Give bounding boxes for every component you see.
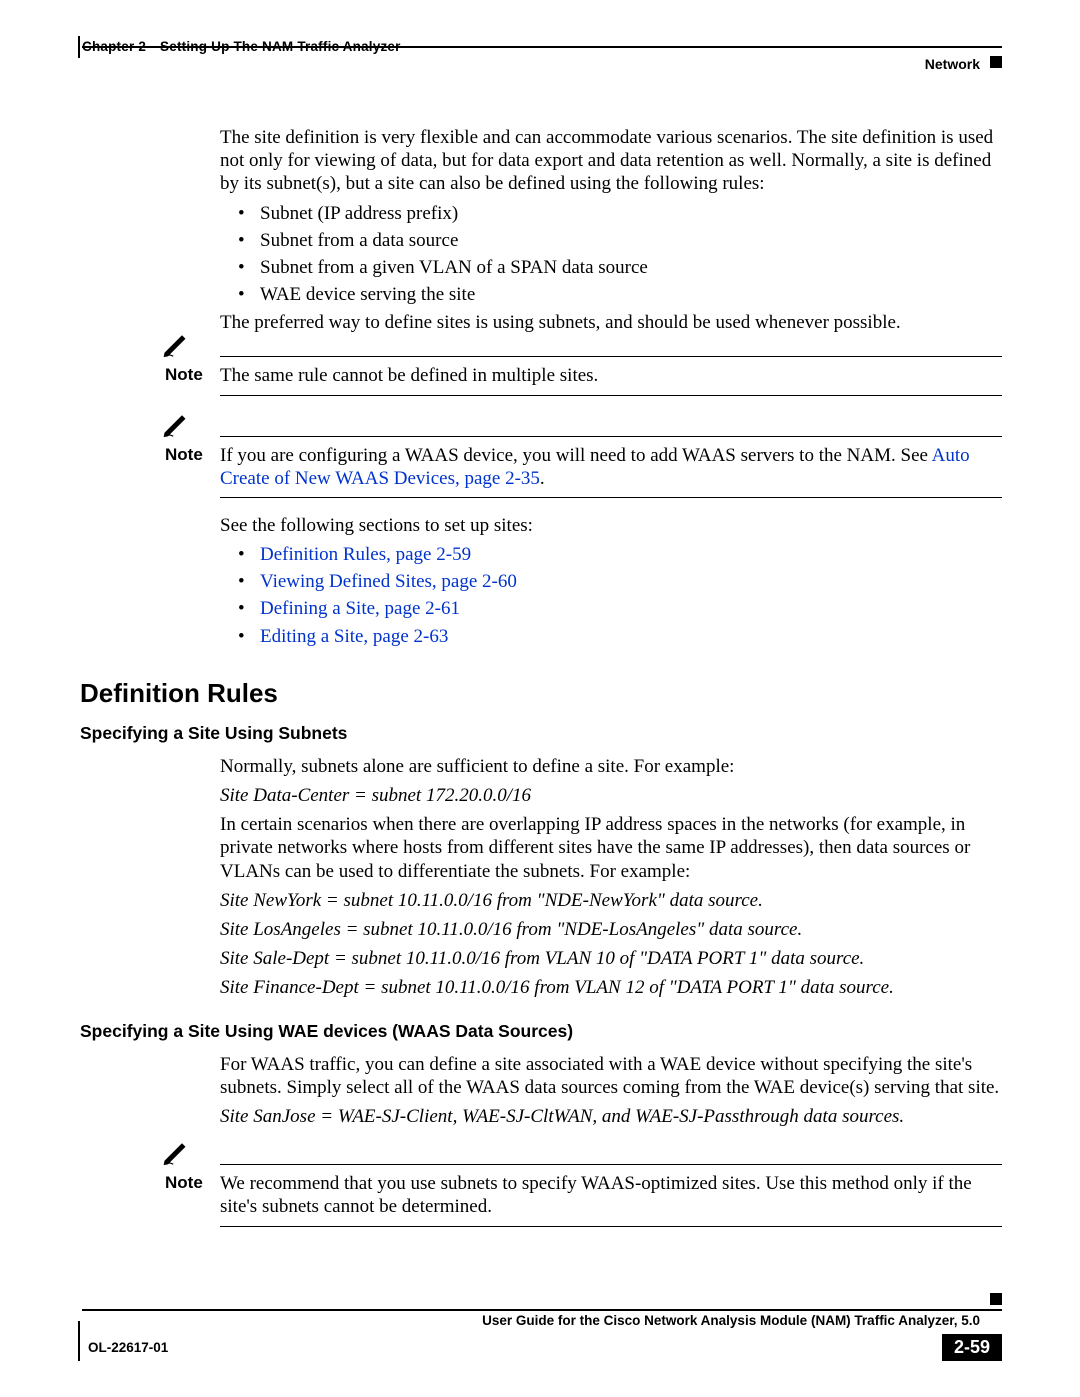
viewing-defined-sites-link[interactable]: Viewing Defined Sites, page 2-60 — [260, 571, 517, 592]
list-item: Subnet from a data source — [238, 229, 1002, 252]
footer-doc-id: OL-22617-01 — [82, 1340, 168, 1355]
document-page: Chapter 2 Setting Up The NAM Traffic Ana… — [0, 0, 1080, 1397]
section-link-list: Definition Rules, page 2-59 Viewing Defi… — [238, 543, 1002, 648]
list-item: Definition Rules, page 2-59 — [238, 543, 1002, 566]
note-pen-icon — [161, 410, 189, 444]
defining-a-site-link[interactable]: Defining a Site, page 2-61 — [260, 598, 460, 619]
list-item: Viewing Defined Sites, page 2-60 — [238, 570, 1002, 593]
note-body: If you are configuring a WAAS device, yo… — [220, 444, 1002, 490]
header-square-icon — [990, 56, 1002, 68]
note-label: Note — [165, 444, 220, 490]
note-text-pre: If you are configuring a WAAS device, yo… — [220, 445, 932, 466]
list-item: WAE device serving the site — [238, 283, 1002, 306]
intro-bullet-list: Subnet (IP address prefix) Subnet from a… — [238, 202, 1002, 307]
specifying-subnets-heading: Specifying a Site Using Subnets — [80, 723, 1002, 744]
list-item: Subnet from a given VLAN of a SPAN data … — [238, 256, 1002, 279]
intro-followup: The preferred way to define sites is usi… — [220, 311, 1002, 334]
note-top-rule — [220, 356, 1002, 357]
note-block: Note If you are configuring a WAAS devic… — [165, 436, 1002, 498]
subnets-example: Site Sale-Dept = subnet 10.11.0.0/16 fro… — [220, 947, 1002, 970]
note-bottom-rule — [220, 395, 1002, 396]
note-top-rule — [220, 1164, 1002, 1165]
note-label: Note — [165, 1172, 220, 1218]
subnets-example: Site Data-Center = subnet 172.20.0.0/16 — [220, 784, 1002, 807]
editing-a-site-link[interactable]: Editing a Site, page 2-63 — [260, 626, 448, 647]
note-body: We recommend that you use subnets to spe… — [220, 1172, 1002, 1218]
footer-square-icon — [990, 1293, 1002, 1305]
note-label: Note — [165, 364, 220, 387]
subnets-example: Site NewYork = subnet 10.11.0.0/16 from … — [220, 889, 1002, 912]
note-block: Note We recommend that you use subnets t… — [165, 1164, 1002, 1226]
page-footer: User Guide for the Cisco Network Analysi… — [82, 1309, 1002, 1361]
page-number: 2-59 — [942, 1334, 1002, 1361]
list-item: Subnet (IP address prefix) — [238, 202, 1002, 225]
subnets-overlap-text: In certain scenarios when there are over… — [220, 813, 1002, 883]
section-label: Network — [925, 56, 980, 72]
note-body: The same rule cannot be defined in multi… — [220, 364, 1002, 387]
subnets-example: Site Finance-Dept = subnet 10.11.0.0/16 … — [220, 976, 1002, 999]
note-bottom-rule — [220, 1226, 1002, 1227]
footer-rule — [82, 1309, 1002, 1311]
page-body: The site definition is very flexible and… — [220, 126, 1002, 1237]
see-sections-intro: See the following sections to set up sit… — [220, 514, 1002, 537]
definition-rules-heading: Definition Rules — [80, 678, 1002, 710]
header-corner-rule — [78, 36, 80, 58]
subnets-intro: Normally, subnets alone are sufficient t… — [220, 755, 1002, 778]
header-rule — [82, 46, 1002, 48]
subnets-example: Site LosAngeles = subnet 10.11.0.0/16 fr… — [220, 918, 1002, 941]
note-bottom-rule — [220, 497, 1002, 498]
note-text-post: . — [540, 468, 545, 489]
wae-intro: For WAAS traffic, you can define a site … — [220, 1053, 1002, 1099]
note-pen-icon — [161, 330, 189, 364]
note-pen-icon — [161, 1138, 189, 1172]
note-top-rule — [220, 436, 1002, 437]
intro-paragraph: The site definition is very flexible and… — [220, 126, 1002, 196]
note-block: Note The same rule cannot be defined in … — [165, 356, 1002, 395]
list-item: Editing a Site, page 2-63 — [238, 625, 1002, 648]
footer-guide-title: User Guide for the Cisco Network Analysi… — [82, 1313, 1002, 1328]
definition-rules-link[interactable]: Definition Rules, page 2-59 — [260, 544, 471, 565]
specifying-wae-heading: Specifying a Site Using WAE devices (WAA… — [80, 1021, 1002, 1042]
list-item: Defining a Site, page 2-61 — [238, 597, 1002, 620]
wae-example: Site SanJose = WAE-SJ-Client, WAE-SJ-Clt… — [220, 1105, 1002, 1128]
footer-corner-rule — [78, 1321, 80, 1361]
